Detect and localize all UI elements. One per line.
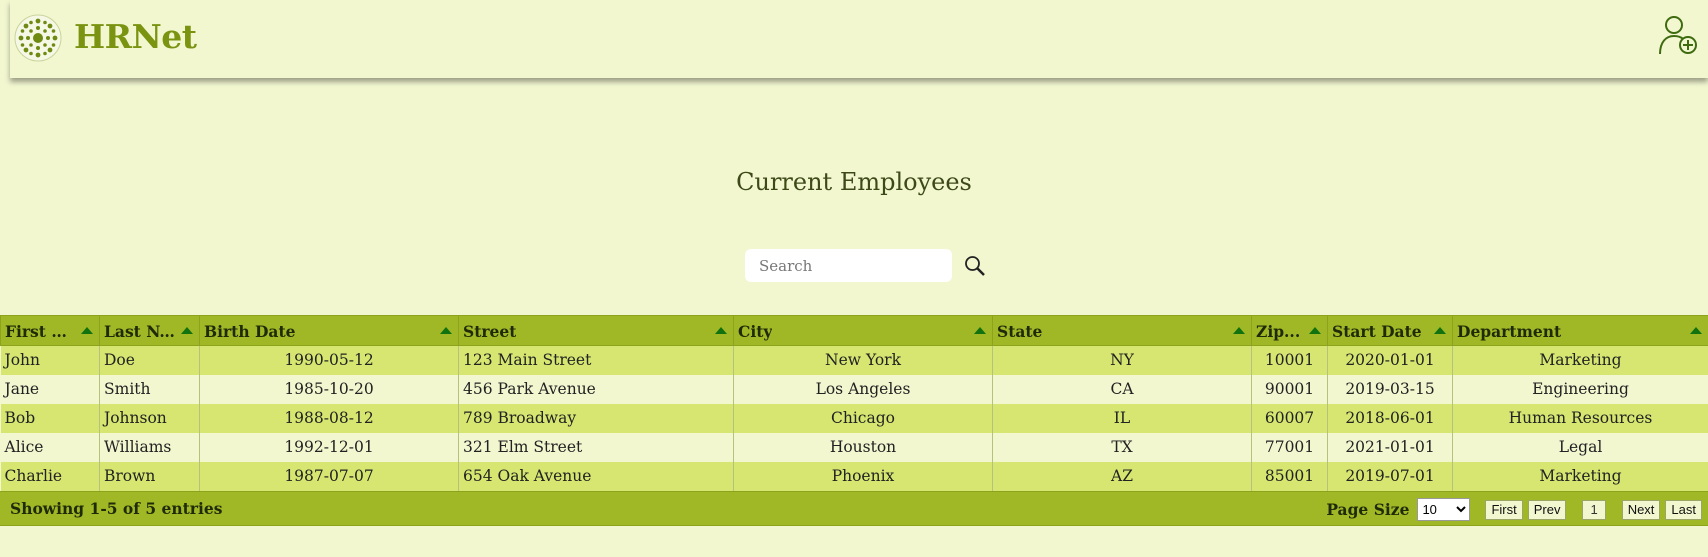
table-header-row: First N... Last N... Birth Date Street City S… [0, 315, 1708, 346]
table-cell: 10001 [1251, 345, 1328, 375]
sort-arrow-icon[interactable] [715, 327, 727, 334]
entries-info: Showing 1-5 of 5 entries [10, 499, 223, 518]
column-header-label: Zip... [1256, 321, 1301, 341]
table-cell: 321 Elm Street [458, 432, 734, 462]
sort-arrow-icon[interactable] [1434, 327, 1446, 334]
table-cell: 77001 [1251, 432, 1328, 462]
table-cell: 85001 [1251, 461, 1328, 491]
last-page-button[interactable]: Last [1665, 499, 1702, 520]
table-cell: 789 Broadway [458, 403, 734, 433]
table-cell: Jane [0, 374, 100, 404]
column-header[interactable]: Start Date [1327, 315, 1453, 346]
table-cell: 1992-12-01 [199, 432, 459, 462]
table-cell: Bob [0, 403, 100, 433]
column-header[interactable]: First N... [0, 315, 100, 346]
table-cell: Marketing [1452, 461, 1708, 491]
column-header[interactable]: Last N... [99, 315, 200, 346]
table-cell: IL [992, 403, 1252, 433]
table-row[interactable]: Jane Smith 1985-10-20 456 Park Avenue Los An… [0, 374, 1708, 404]
table-cell: Houston [733, 432, 993, 462]
column-header[interactable]: City [733, 315, 993, 346]
next-page-button[interactable]: Next [1621, 499, 1661, 520]
search-input[interactable] [745, 249, 952, 282]
column-header-label: State [997, 321, 1043, 341]
sort-arrow-icon[interactable] [974, 327, 986, 334]
table-cell: Johnson [99, 403, 200, 433]
search-bar [745, 249, 985, 282]
table-cell: Alice [0, 432, 100, 462]
table-cell: 90001 [1251, 374, 1328, 404]
table-cell: Smith [99, 374, 200, 404]
brand-name: HRNet [74, 17, 197, 56]
table-cell: 123 Main Street [458, 345, 734, 375]
table-cell: Phoenix [733, 461, 993, 491]
pagination: Page Size 10 First Prev 1 Next Last [1326, 498, 1702, 521]
table-cell: 2018-06-01 [1327, 403, 1453, 433]
column-header-label: Birth Date [204, 321, 296, 341]
table-cell: Marketing [1452, 345, 1708, 375]
app-header: HRNet [10, 0, 1708, 78]
table-body: John Doe 1990-05-12 123 Main Street New York… [0, 345, 1708, 491]
column-header[interactable]: Street [458, 315, 734, 346]
table-cell: 1987-07-07 [199, 461, 459, 491]
sort-arrow-icon[interactable] [440, 327, 452, 334]
table-cell: Chicago [733, 403, 993, 433]
column-header[interactable]: Zip... [1251, 315, 1328, 346]
table-cell: TX [992, 432, 1252, 462]
flower-logo-icon[interactable] [14, 14, 62, 62]
table-cell: AZ [992, 461, 1252, 491]
search-icon[interactable] [964, 255, 986, 277]
page-size-label: Page Size [1326, 500, 1410, 519]
sort-arrow-icon[interactable] [81, 327, 93, 334]
table-footer: Showing 1-5 of 5 entries Page Size 10 Fi… [0, 491, 1708, 526]
add-user-icon[interactable] [1658, 14, 1698, 56]
table-cell: Los Angeles [733, 374, 993, 404]
column-header[interactable]: Birth Date [199, 315, 459, 346]
sort-arrow-icon[interactable] [1233, 327, 1245, 334]
table-cell: John [0, 345, 100, 375]
table-cell: 2020-01-01 [1327, 345, 1453, 375]
column-header-label: Start Date [1332, 321, 1422, 341]
table-cell: 1985-10-20 [199, 374, 459, 404]
table-cell: New York [733, 345, 993, 375]
table-cell: Charlie [0, 461, 100, 491]
sort-arrow-icon[interactable] [181, 327, 193, 334]
column-header-label: City [738, 321, 773, 341]
table-cell: CA [992, 374, 1252, 404]
table-cell: Doe [99, 345, 200, 375]
table-cell: 2019-03-15 [1327, 374, 1453, 404]
column-header[interactable]: Department [1452, 315, 1708, 346]
column-header-label: Street [463, 321, 517, 341]
table-row[interactable]: John Doe 1990-05-12 123 Main Street New York… [0, 345, 1708, 375]
table-cell: Human Resources [1452, 403, 1708, 433]
page-size-select[interactable]: 10 [1417, 498, 1471, 521]
table-cell: NY [992, 345, 1252, 375]
table-cell: 2021-01-01 [1327, 432, 1453, 462]
column-header-label: Department [1457, 321, 1562, 341]
column-header[interactable]: State [992, 315, 1252, 346]
table-cell: 1988-08-12 [199, 403, 459, 433]
table-cell: 654 Oak Avenue [458, 461, 734, 491]
table-row[interactable]: Bob Johnson 1988-08-12 789 Broadway Chicago I… [0, 403, 1708, 433]
table-row[interactable]: Charlie Brown 1987-07-07 654 Oak Avenue Phoe… [0, 461, 1708, 491]
column-header-label: First N... [5, 321, 75, 341]
sort-arrow-icon[interactable] [1690, 327, 1702, 334]
table-cell: Legal [1452, 432, 1708, 462]
table-row[interactable]: Alice Williams 1992-12-01 321 Elm Street Hou… [0, 432, 1708, 462]
column-header-label: Last N... [104, 321, 175, 341]
current-page-button[interactable]: 1 [1582, 499, 1606, 520]
table-cell: 1990-05-12 [199, 345, 459, 375]
table-cell: Brown [99, 461, 200, 491]
table-cell: Engineering [1452, 374, 1708, 404]
sort-arrow-icon[interactable] [1309, 327, 1321, 334]
employees-table: First N... Last N... Birth Date Street City S… [0, 315, 1708, 491]
table-cell: 456 Park Avenue [458, 374, 734, 404]
table-cell: 2019-07-01 [1327, 461, 1453, 491]
first-page-button[interactable]: First [1485, 499, 1523, 520]
prev-page-button[interactable]: Prev [1527, 499, 1567, 520]
page-title: Current Employees [736, 168, 972, 196]
table-cell: 60007 [1251, 403, 1328, 433]
table-cell: Williams [99, 432, 200, 462]
